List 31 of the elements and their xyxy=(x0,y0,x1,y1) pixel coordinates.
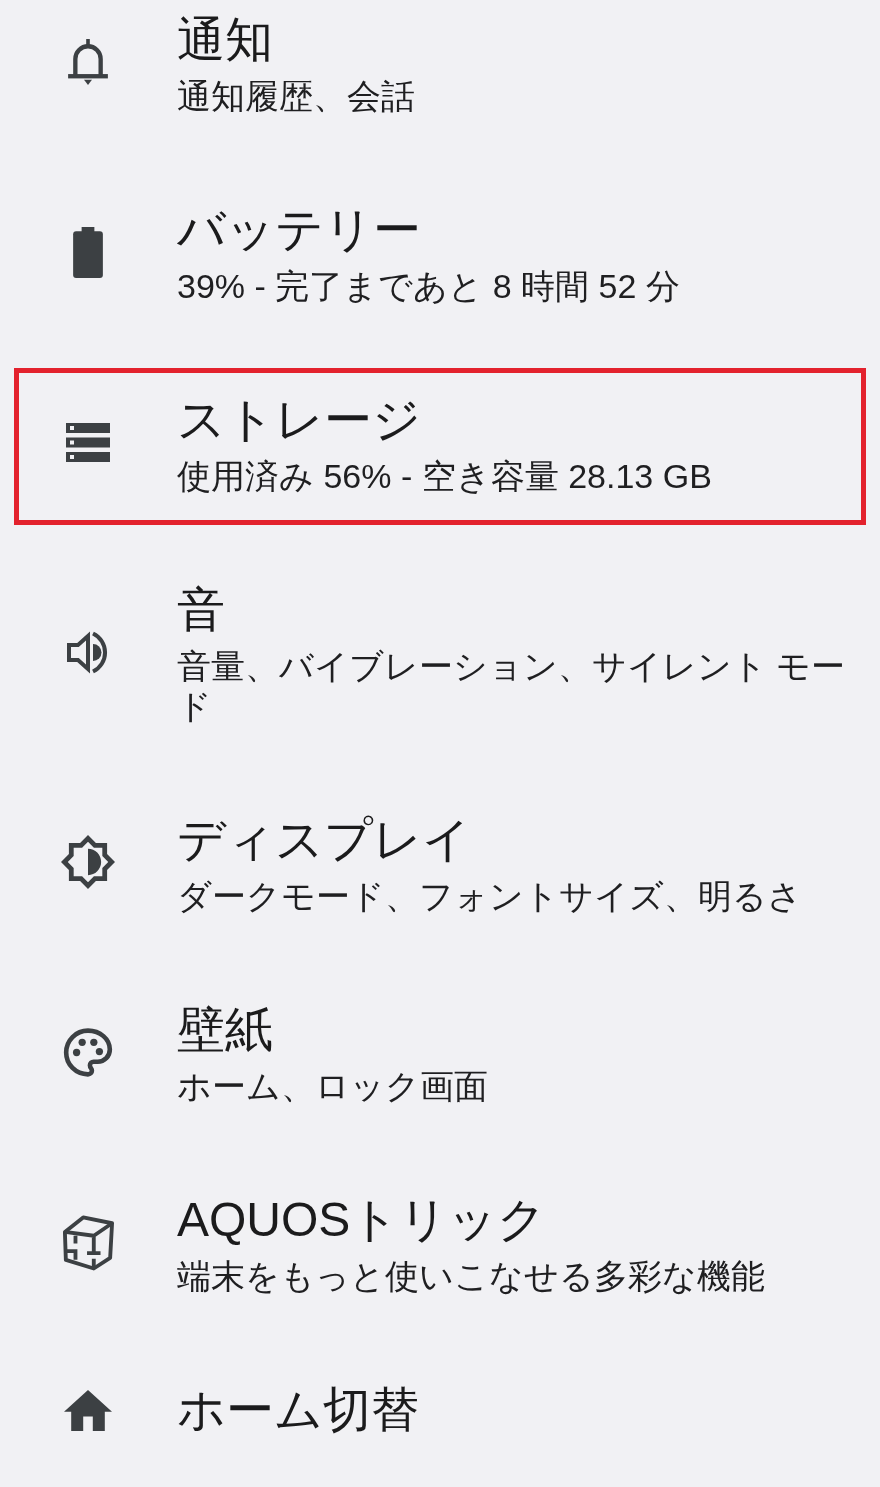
item-title: 通知 xyxy=(177,12,273,68)
settings-item[interactable]: 壁紙 ホーム、ロック画面 xyxy=(14,978,866,1135)
item-subtitle: ホーム、ロック画面 xyxy=(177,1066,488,1106)
palette-icon xyxy=(63,1027,113,1077)
settings-item[interactable]: AQUOSトリック 端末をもっと使いこなせる多彩な機能 xyxy=(14,1168,866,1325)
item-title: ホーム切替 xyxy=(177,1382,419,1438)
item-title: バッテリー xyxy=(177,202,421,258)
settings-item[interactable]: ストレージ 使用済み 56% - 空き容量 28.13 GB xyxy=(14,368,866,525)
item-subtitle: 使用済み 56% - 空き容量 28.13 GB xyxy=(177,456,712,496)
settings-item[interactable]: ディスプレイ ダークモード、フォントサイズ、明るさ xyxy=(14,788,866,945)
item-subtitle: 端末をもっと使いこなせる多彩な機能 xyxy=(177,1256,765,1296)
storage-icon xyxy=(66,422,110,462)
item-title: 壁紙 xyxy=(177,1002,273,1058)
item-subtitle: ダークモード、フォントサイズ、明るさ xyxy=(177,876,802,916)
settings-item[interactable]: バッテリー 39% - 完了まであと 8 時間 52 分 xyxy=(14,178,866,335)
home-icon xyxy=(64,1389,112,1431)
item-subtitle: 通知履歴、会話 xyxy=(177,76,415,116)
settings-item[interactable]: ホーム切替 xyxy=(14,1358,866,1471)
settings-item[interactable]: 通知 通知履歴、会話 xyxy=(14,0,866,145)
cube-icon xyxy=(62,1213,114,1271)
battery-icon xyxy=(73,226,103,278)
item-title: 音 xyxy=(177,582,225,638)
item-title: ディスプレイ xyxy=(177,812,471,868)
brightness-icon xyxy=(61,835,115,889)
settings-item[interactable]: 音 音量、バイブレーション、サイレント モード xyxy=(14,558,866,755)
item-subtitle: 音量、バイブレーション、サイレント モード xyxy=(177,646,847,726)
item-title: AQUOSトリック xyxy=(177,1192,547,1248)
item-title: ストレージ xyxy=(177,392,421,448)
item-subtitle: 39% - 完了まであと 8 時間 52 分 xyxy=(177,266,680,306)
speaker-icon xyxy=(66,629,110,675)
bell-icon xyxy=(68,38,108,86)
